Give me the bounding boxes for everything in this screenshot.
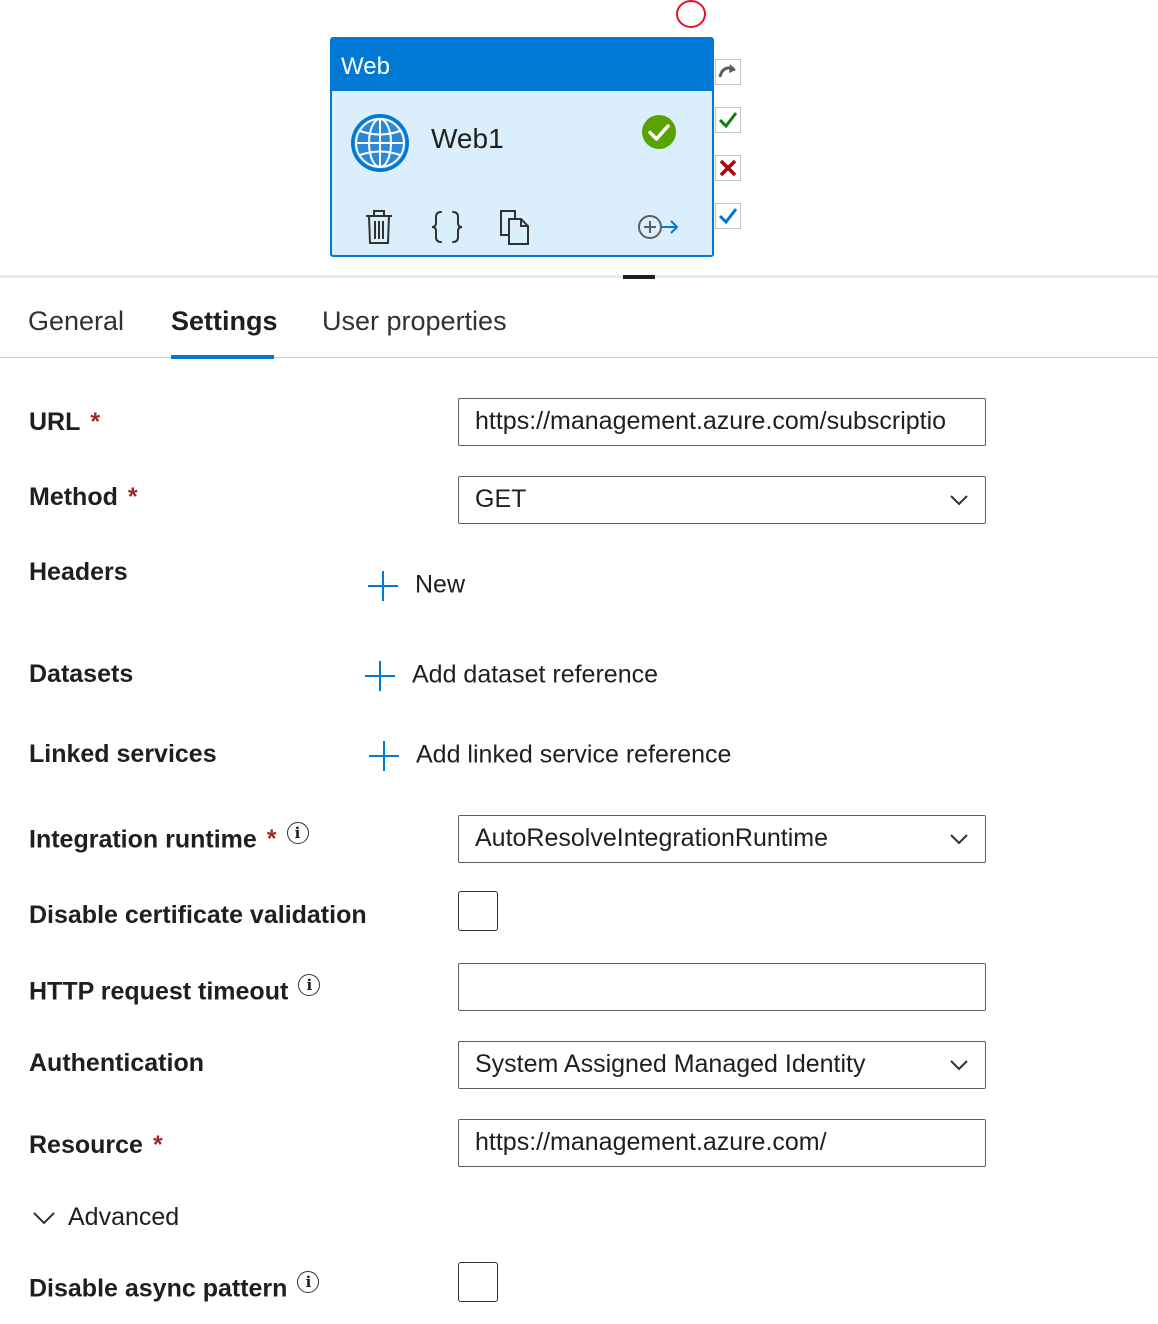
plus-icon [369,741,399,771]
required-marker: * [152,1131,163,1159]
disable-async-pattern-checkbox[interactable] [458,1262,498,1302]
http-request-timeout-input[interactable] [458,963,986,1011]
disable-certificate-validation-label: Disable certificate validation [29,901,367,929]
add-linked-service-reference-button[interactable]: Add linked service reference [368,740,731,772]
failure-connector-button[interactable] [715,155,741,181]
globe-icon [351,114,409,172]
completion-connector-button[interactable] [715,203,741,229]
method-select[interactable]: GET [458,476,986,524]
required-marker: * [266,825,277,854]
plus-icon [368,571,398,601]
activity-name: Web1 [431,123,504,154]
skip-icon [718,64,736,78]
success-icon [718,112,738,129]
add-output-icon[interactable] [635,207,681,247]
completion-icon [718,208,738,225]
activity-type-label: Web [332,39,712,91]
panel-resize-handle[interactable] [623,275,655,279]
code-icon[interactable] [427,207,467,247]
authentication-label: Authentication [29,1049,204,1077]
url-input[interactable]: https://management.azure.com/subscriptio [458,398,986,446]
tab-settings[interactable]: Settings [171,306,278,337]
info-icon[interactable]: i [298,974,321,996]
required-marker: * [90,408,101,436]
validation-success-icon [642,115,676,149]
delete-icon[interactable] [359,207,399,247]
disable-certificate-validation-checkbox[interactable] [458,891,498,931]
resource-label: Resource * [29,1131,163,1159]
http-request-timeout-label: HTTP request timeout i [29,974,321,1006]
plus-icon [365,661,395,691]
success-connector-button[interactable] [715,107,741,133]
active-tab-indicator [171,355,274,359]
info-icon[interactable]: i [297,1271,320,1293]
resource-input[interactable]: https://management.azure.com/ [458,1119,986,1167]
chevron-down-icon [950,1060,968,1071]
integration-runtime-select[interactable]: AutoResolveIntegrationRuntime [458,815,986,863]
url-label: URL * [29,408,101,436]
copy-icon[interactable] [495,207,535,247]
integration-runtime-label: Integration runtime * i [29,822,309,854]
chevron-down-icon [33,1212,55,1225]
advanced-toggle[interactable]: Advanced [32,1203,179,1232]
failure-icon [719,159,737,177]
disable-async-pattern-label: Disable async pattern i [29,1271,320,1303]
error-indicator-circle [676,0,706,28]
required-marker: * [127,483,138,511]
chevron-down-icon [950,495,968,506]
tab-user-properties[interactable]: User properties [322,306,507,337]
headers-label: Headers [29,558,128,586]
add-dataset-reference-button[interactable]: Add dataset reference [364,660,658,692]
linked-services-label: Linked services [29,740,217,768]
web-activity-card[interactable]: Web Web1 [330,37,714,257]
add-header-button[interactable]: New [367,570,465,602]
datasets-label: Datasets [29,660,134,688]
chevron-down-icon [950,834,968,845]
info-icon[interactable]: i [286,822,309,844]
tab-general[interactable]: General [28,306,124,337]
authentication-select[interactable]: System Assigned Managed Identity [458,1041,986,1089]
canvas-divider [0,275,1158,278]
skip-connector-button[interactable] [715,59,741,85]
method-label: Method * [29,483,138,511]
